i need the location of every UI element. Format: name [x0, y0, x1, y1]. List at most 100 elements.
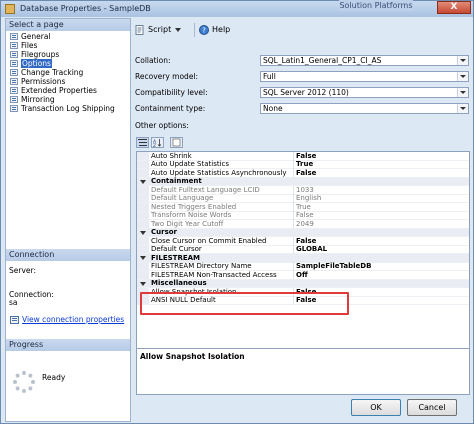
collapse-arrow-icon[interactable] — [137, 254, 149, 262]
page-item-label: General — [21, 32, 51, 41]
page-icon — [10, 42, 18, 49]
chevron-down-icon — [457, 56, 468, 65]
page-item-label: Extended Properties — [21, 86, 97, 95]
connection-properties-icon — [10, 316, 19, 324]
page-icon — [10, 33, 18, 40]
property-value[interactable]: False — [293, 168, 466, 177]
page-item-label: Options — [21, 59, 52, 68]
property-value[interactable]: True — [293, 202, 466, 211]
page-item[interactable]: Extended Properties — [6, 86, 130, 95]
page-item-label: Permissions — [21, 77, 66, 86]
property-name: Auto Shrink — [151, 151, 192, 160]
containment-type-label: Containment type: — [135, 104, 206, 113]
left-pane: Select a page General Files Filegroups Opti… — [5, 18, 131, 422]
page-item[interactable]: Change Tracking — [6, 68, 130, 77]
page-icon — [10, 51, 18, 58]
property-value[interactable]: 1033 — [293, 185, 466, 194]
overlay-label: Solution Platforms — [339, 0, 413, 11]
select-page-header: Select a page — [6, 19, 130, 31]
property-value[interactable]: False — [293, 236, 466, 245]
containment-type-value: None — [263, 104, 283, 113]
view-connection-properties-link[interactable]: View connection properties — [22, 315, 124, 324]
property-value[interactable]: GLOBAL — [293, 245, 466, 254]
property-value[interactable]: False — [293, 152, 466, 160]
row-gutter — [137, 160, 149, 168]
page-item[interactable]: Transaction Log Shipping — [6, 104, 130, 113]
row-gutter — [137, 271, 149, 279]
collapse-arrow-icon[interactable] — [137, 228, 149, 236]
recovery-model-select[interactable]: Full — [260, 71, 469, 82]
page-item-label: Filegroups — [21, 50, 60, 59]
row-gutter — [137, 169, 149, 177]
page-item-label: Files — [21, 41, 38, 50]
chevron-down-icon — [175, 28, 182, 32]
svg-text:?: ? — [202, 27, 206, 35]
collation-label: Collation: — [135, 56, 171, 65]
property-value[interactable]: Off — [293, 270, 466, 279]
description-title: Allow Snapshot Isolation — [140, 352, 245, 361]
collation-select[interactable]: SQL_Latin1_General_CP1_CI_AS — [260, 55, 469, 66]
collapse-arrow-icon[interactable] — [137, 279, 149, 287]
page-item-label: Mirroring — [21, 95, 55, 104]
property-pages-icon — [172, 138, 181, 147]
database-properties-window: Database Properties - SampleDB Solution … — [0, 0, 474, 424]
other-options-label: Other options: — [135, 121, 189, 130]
compatibility-level-label: Compatibility level: — [135, 88, 208, 97]
property-name: FILESTREAM Directory Name — [151, 262, 252, 270]
page-item[interactable]: General — [6, 32, 130, 41]
window-title: Database Properties - SampleDB — [20, 4, 151, 13]
categorized-view-button[interactable] — [136, 137, 149, 148]
page-item[interactable]: Filegroups — [6, 50, 130, 59]
property-name: Auto Update Statistics Asynchronously — [151, 168, 287, 177]
property-value[interactable]: SampleFileTableDB — [293, 262, 466, 271]
property-name: Transform Noise Words — [151, 211, 232, 219]
sort-alphabetical-button[interactable]: AZ — [151, 137, 164, 148]
property-name: FILESTREAM — [151, 253, 200, 262]
title-bar[interactable]: Database Properties - SampleDB Solution … — [1, 0, 473, 17]
collapse-arrow-icon[interactable] — [137, 177, 149, 185]
property-name: Close Cursor on Commit Enabled — [151, 236, 267, 245]
page-list: General Files Filegroups Options Change Trac… — [6, 32, 130, 113]
property-name: Default Language — [151, 194, 214, 202]
compatibility-level-select[interactable]: SQL Server 2012 (110) — [260, 87, 469, 98]
containment-type-select[interactable]: None — [260, 103, 469, 114]
row-gutter — [137, 211, 149, 219]
page-item[interactable]: Files — [6, 41, 130, 50]
compatibility-level-value: SQL Server 2012 (110) — [263, 88, 349, 97]
highlight-box — [140, 292, 349, 315]
page-icon — [10, 105, 18, 112]
chevron-down-icon — [457, 72, 468, 81]
server-label: Server: — [9, 266, 36, 275]
options-property-grid[interactable]: Auto Shrink False Auto Update Statistics Tr… — [136, 151, 470, 349]
property-name: Default Fulltext Language LCID — [151, 185, 260, 194]
page-item[interactable]: Options — [6, 59, 130, 68]
ok-button[interactable]: OK — [351, 399, 401, 416]
page-icon — [10, 87, 18, 94]
property-value[interactable]: 2049 — [293, 219, 466, 228]
help-button[interactable]: ? Help — [199, 24, 230, 36]
options-panel: Collation: SQL_Latin1_General_CP1_CI_AS … — [133, 41, 471, 395]
grid-toolbar: AZ — [136, 137, 183, 149]
property-name: FILESTREAM Non-Transacted Access — [151, 270, 277, 279]
property-value[interactable]: English — [293, 194, 466, 203]
script-button[interactable]: Script — [135, 24, 182, 36]
property-value[interactable]: True — [293, 160, 466, 169]
page-item[interactable]: Permissions — [6, 77, 130, 86]
help-icon: ? — [199, 25, 209, 35]
toolbar: Script ? Help — [133, 21, 471, 41]
property-pages-button[interactable] — [170, 137, 183, 148]
row-gutter — [137, 186, 149, 194]
categorized-icon — [138, 139, 147, 146]
row-gutter — [137, 262, 149, 270]
script-label: Script — [148, 25, 172, 34]
cancel-button[interactable]: Cancel — [407, 399, 457, 416]
property-value[interactable]: False — [293, 211, 466, 220]
connection-value: sa — [9, 298, 18, 307]
toolbar-separator — [194, 23, 195, 37]
property-name: Auto Update Statistics — [151, 160, 230, 168]
page-item-label: Transaction Log Shipping — [21, 104, 115, 113]
page-item[interactable]: Mirroring — [6, 95, 130, 104]
help-label: Help — [212, 25, 231, 34]
close-button[interactable]: X — [437, 1, 471, 14]
row-gutter — [137, 237, 149, 245]
